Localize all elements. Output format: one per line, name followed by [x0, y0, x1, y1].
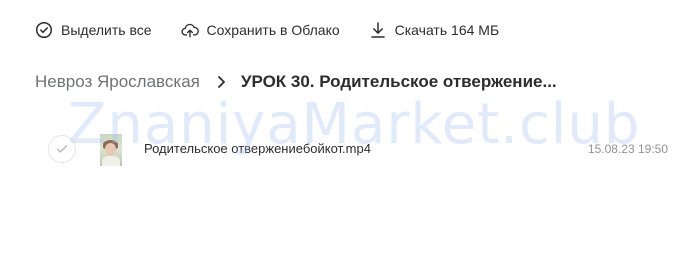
check-circle-icon	[35, 21, 53, 39]
file-date: 15.08.23 19:50	[587, 142, 668, 156]
download-button[interactable]: Скачать 164 МБ	[369, 21, 500, 39]
check-icon	[56, 145, 68, 153]
save-to-cloud-label: Сохранить в Облако	[206, 22, 340, 38]
video-thumbnail	[100, 134, 122, 166]
download-icon	[369, 21, 387, 39]
cloud-upload-icon	[180, 21, 199, 39]
page-title: УРОК 30. Родительское отвержение...	[240, 72, 557, 91]
select-all-button[interactable]: Выделить все	[35, 21, 152, 39]
download-label: Скачать 164 МБ	[394, 22, 500, 38]
save-to-cloud-button[interactable]: Сохранить в Облако	[180, 21, 340, 39]
chevron-right-icon	[214, 75, 228, 89]
file-list-item[interactable]: Родительское отвержениебойкот.mp4 15.08.…	[35, 130, 685, 168]
breadcrumb: Невроз Ярославская УРОК 30. Родительское…	[35, 70, 557, 94]
select-all-label: Выделить все	[61, 22, 152, 38]
breadcrumb-parent-link[interactable]: Невроз Ярославская	[35, 72, 200, 92]
row-select-checkbox[interactable]	[48, 135, 76, 163]
toolbar: Выделить все Сохранить в Облако Скачать …	[35, 19, 528, 41]
file-name[interactable]: Родительское отвержениебойкот.mp4	[144, 141, 371, 156]
